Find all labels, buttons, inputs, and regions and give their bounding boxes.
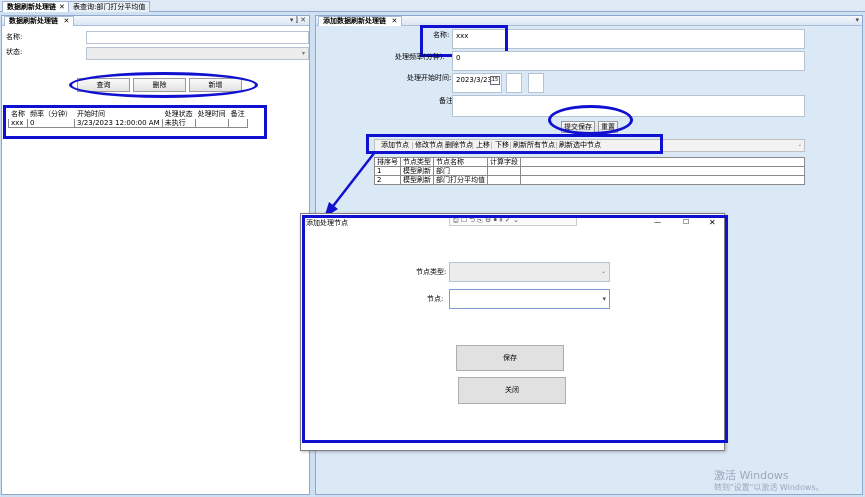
left-panel: 数据刷新处理链 ✕ ▾ ⫿ ✕ 名称: 状态: ▾ 查询 删除 新增 名称 频率… [1,15,310,495]
node-table: 排序号 节点类型 节点名称 计算字段 1 模型刷新 部门 2 模型刷新 部门打分… [374,157,805,185]
annotation-box-toolbar [366,134,663,154]
close-icon[interactable]: ✕ [59,3,65,11]
toolbar-overflow-icon[interactable]: ⌄ [798,140,802,151]
tab-label: 数据刷新处理链 [9,17,58,25]
frequency-input[interactable]: 0 [452,51,805,71]
right-panel-header: 添加数据刷新处理链 ✕ ▾ [316,16,862,26]
name-input[interactable] [86,31,309,44]
left-panel-header: 数据刷新处理链 ✕ ▾ ⫿ ✕ [2,16,309,26]
table-row[interactable]: 2 模型刷新 部门打分平均值 [374,175,805,185]
table-header-cell[interactable]: 计算字段 [487,157,521,167]
start-date-input[interactable]: 2023/3/23 15 [452,73,502,93]
table-cell: 模型刷新 [400,175,434,185]
document-tab-bar: 数据刷新处理链 ✕ 表查询:部门打分平均值 [0,0,865,12]
start-hour-input[interactable] [506,73,522,93]
table-header-cell[interactable]: 节点名称 [433,157,488,167]
table-header-cell [520,157,805,167]
annotation-oval-submit [548,105,633,135]
close-icon[interactable]: ✕ [391,17,397,25]
doc-tab-table-query[interactable]: 表查询:部门打分平均值 [68,1,151,12]
tab-add-refresh-chain[interactable]: 添加数据刷新处理链 ✕ [318,16,403,26]
table-cell [520,166,805,176]
table-cell: 部门打分平均值 [433,175,488,185]
name-label: 名称: [6,33,23,41]
close-icon[interactable]: ✕ [63,17,69,25]
activation-watermark-subtitle: 转到"设置"以激活 Windows。 [714,483,824,492]
doc-tab-label: 表查询:部门打分平均值 [73,3,146,11]
start-time-label: 处理开始时间: [407,74,452,82]
chevron-down-icon: ▾ [301,50,305,57]
annotation-oval-buttons [69,72,258,98]
tab-label: 添加数据刷新处理链 [323,17,386,25]
table-cell: 部门 [433,166,488,176]
table-row[interactable]: 1 模型刷新 部门 [374,166,805,176]
table-cell [487,175,521,185]
table-cell [520,175,805,185]
table-cell: 模型刷新 [400,166,434,176]
annotation-arrow [324,151,376,218]
calendar-icon[interactable]: 15 [490,76,500,85]
annotation-box-dialog [302,215,728,443]
frequency-label: 处理频率(分钟): [395,53,445,61]
start-minute-input[interactable] [528,73,544,93]
tab-data-refresh-chain[interactable]: 数据刷新处理链 ✕ [4,16,75,26]
table-cell [487,166,521,176]
status-label: 状态: [6,48,23,56]
activation-watermark-title: 激活 Windows [714,469,789,482]
start-date-value: 2023/3/23 [456,76,492,84]
table-header-cell[interactable]: 节点类型 [400,157,434,167]
annotation-box-table [3,105,267,139]
doc-tab-data-refresh-chain[interactable]: 数据刷新处理链 ✕ [2,1,70,12]
table-header-row: 排序号 节点类型 节点名称 计算字段 [374,157,805,167]
panel-options-icon[interactable]: ▾ [855,16,859,25]
status-select[interactable]: ▾ [86,47,309,60]
panel-options-icon[interactable]: ▾ ⫿ ✕ [290,16,306,25]
doc-tab-label: 数据刷新处理链 [7,3,56,11]
